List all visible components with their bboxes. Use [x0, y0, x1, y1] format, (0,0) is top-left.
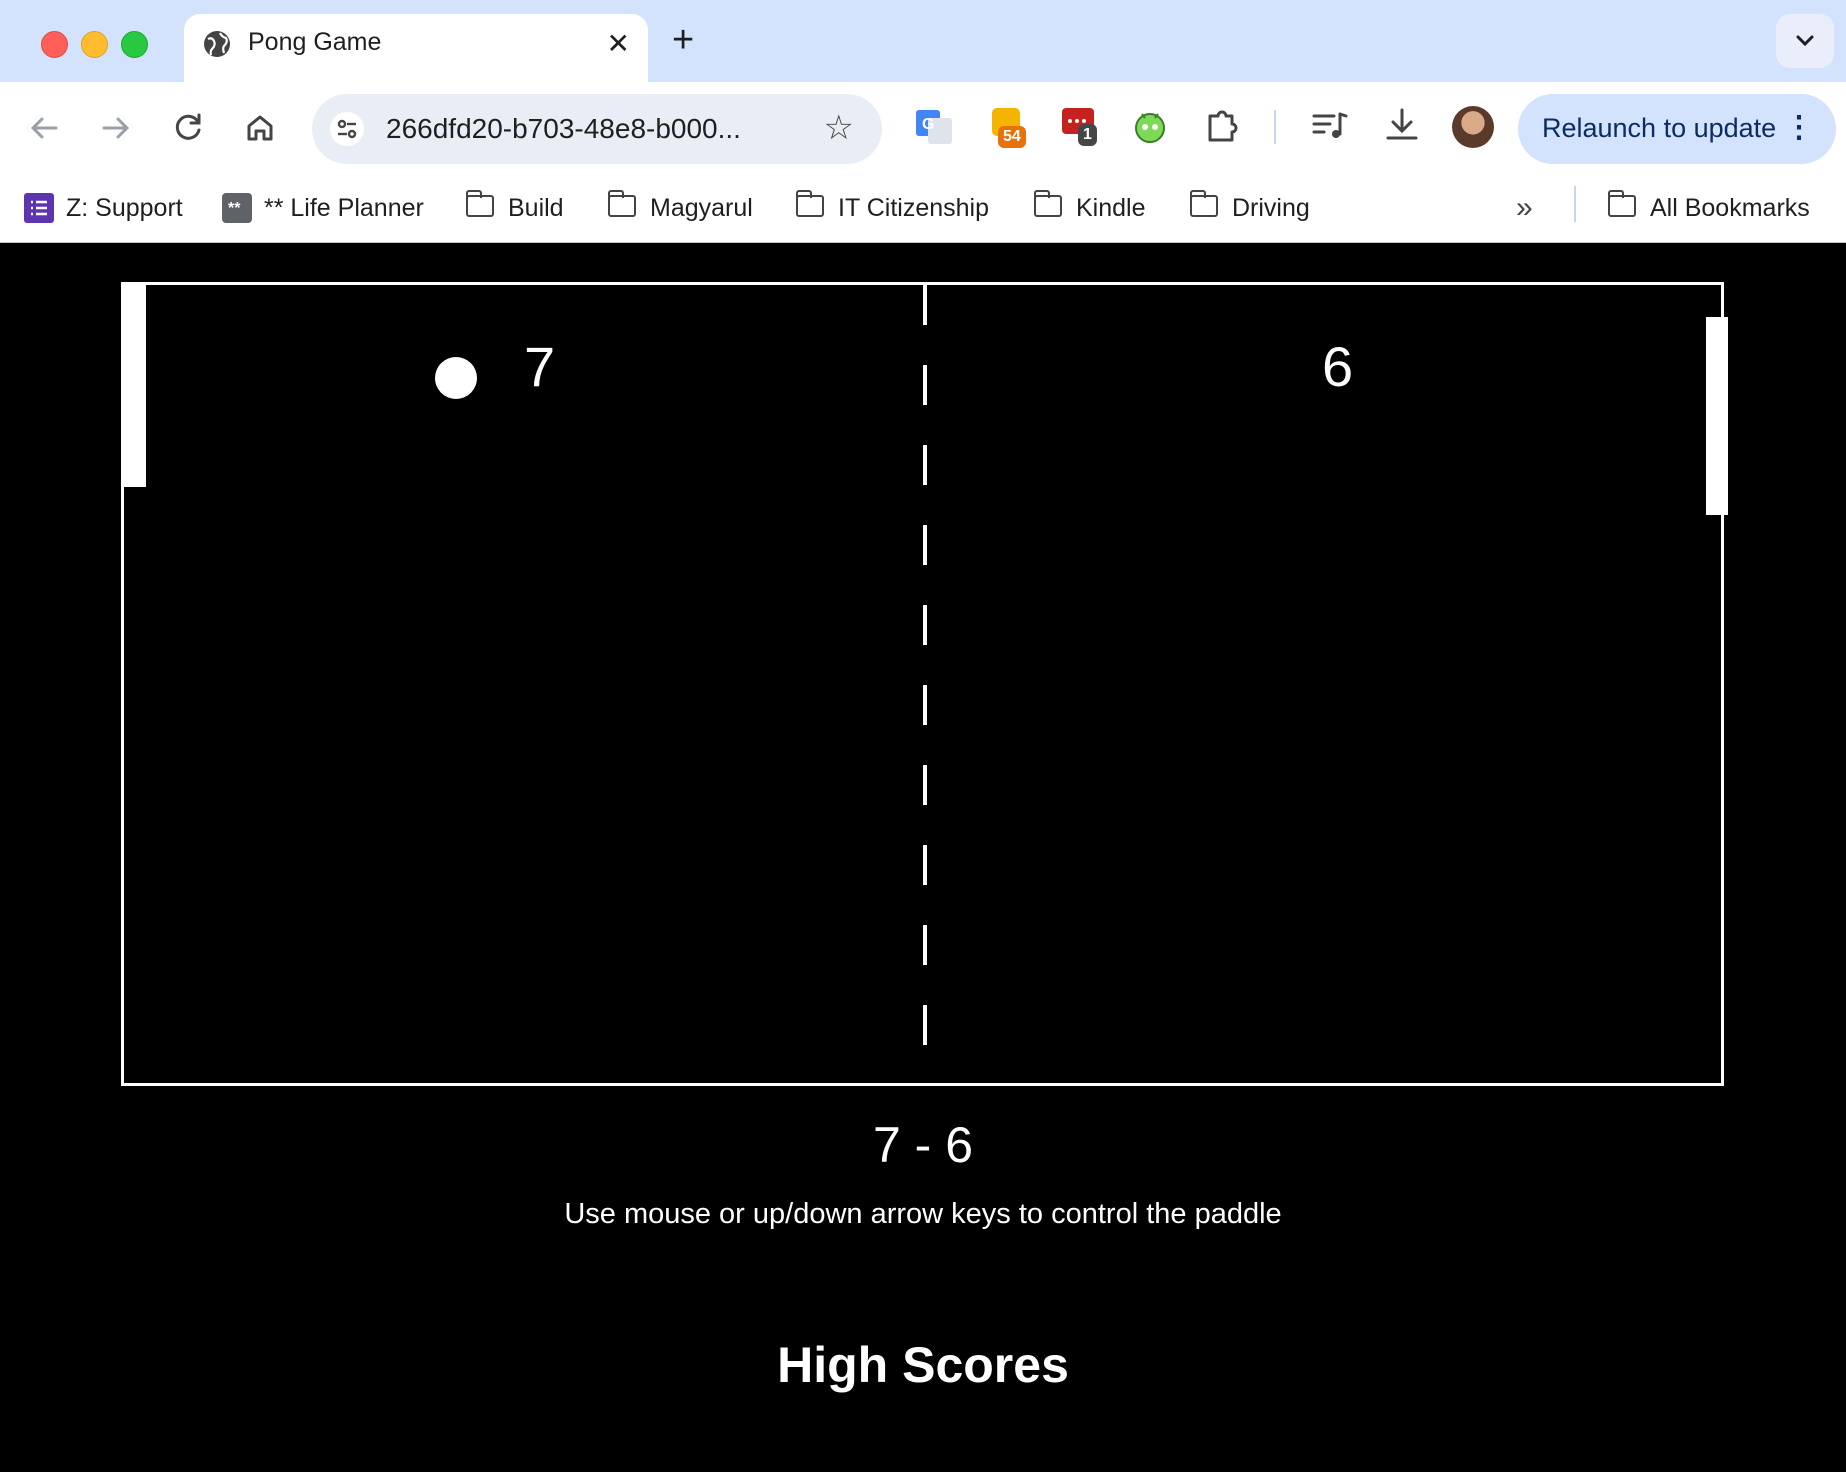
ball — [435, 357, 477, 399]
window-close-button[interactable] — [41, 31, 68, 58]
list-icon — [24, 193, 54, 223]
folder-icon — [1033, 190, 1064, 223]
net-dash — [923, 445, 927, 485]
net-dash — [923, 685, 927, 725]
bookmark-folder-driving[interactable]: Driving — [1189, 188, 1310, 228]
all-bookmarks-label: All Bookmarks — [1650, 193, 1810, 222]
chat-badge: 1 — [1078, 124, 1097, 146]
net-dash — [923, 525, 927, 565]
all-bookmarks-button[interactable]: All Bookmarks — [1607, 188, 1810, 228]
tab-strip: Pong Game ✕ + — [0, 0, 1846, 82]
close-tab-icon[interactable]: ✕ — [607, 28, 630, 60]
right-score: 6 — [1322, 335, 1354, 398]
bookmark-folder-kindle[interactable]: Kindle — [1033, 188, 1146, 228]
google-translate-icon[interactable]: G — [910, 102, 958, 150]
rss-badge: 54 — [998, 126, 1026, 148]
left-paddle — [124, 285, 146, 487]
bookmark-star-icon[interactable]: ☆ — [824, 110, 854, 146]
bookmark-label: Kindle — [1076, 193, 1146, 222]
bookmark-label: ** Life Planner — [264, 193, 424, 222]
pong-canvas[interactable]: 7 6 — [121, 282, 1728, 1086]
chevron-down-icon — [1796, 35, 1814, 47]
svg-text:G: G — [922, 116, 934, 133]
net-dash — [923, 365, 927, 405]
bookmark-label: Build — [508, 193, 564, 222]
tab-pong-game[interactable]: Pong Game ✕ — [184, 14, 648, 82]
scoreline: 7 - 6 — [872, 1117, 974, 1173]
bookmark-life-planner[interactable]: ** ** Life Planner — [222, 188, 424, 228]
folder-icon — [795, 190, 826, 223]
right-paddle — [1706, 317, 1728, 515]
puzzle-icon[interactable] — [1200, 102, 1248, 150]
window-maximize-button[interactable] — [121, 31, 148, 58]
net-dash — [923, 1005, 927, 1045]
toolbar: 266dfd20-b703-48e8-b000... ☆ G 54 1 Rela… — [0, 82, 1846, 176]
url-text: 266dfd20-b703-48e8-b000... — [386, 113, 741, 144]
net-dash — [923, 845, 927, 885]
net-dash — [923, 925, 927, 965]
high-scores-heading: High Scores — [777, 1337, 1069, 1393]
back-arrow-icon[interactable] — [22, 106, 66, 150]
folder-icon — [1189, 190, 1220, 223]
bookmark-label: Z: Support — [66, 193, 183, 222]
rss-extension-icon[interactable]: 54 — [986, 102, 1034, 150]
home-icon[interactable] — [238, 106, 282, 150]
new-tab-button[interactable]: + — [672, 20, 694, 60]
instructions: Use mouse or up/down arrow keys to contr… — [564, 1198, 1282, 1230]
tab-search-button[interactable] — [1776, 14, 1834, 68]
bookmark-z-support[interactable]: Z: Support — [24, 188, 183, 228]
relaunch-label: Relaunch to update — [1542, 113, 1777, 143]
net-dash — [923, 765, 927, 805]
asterisk-square-icon: ** — [222, 193, 252, 223]
bookmark-folder-build[interactable]: Build — [465, 188, 564, 228]
globe-icon — [204, 31, 230, 57]
browser-chrome: Pong Game ✕ + 266dfd20-b703-48e8-b000...… — [0, 0, 1846, 243]
net-dash — [923, 285, 927, 325]
bookmark-folder-it-citizenship[interactable]: IT Citizenship — [795, 188, 989, 228]
address-bar[interactable]: 266dfd20-b703-48e8-b000... ☆ — [312, 94, 882, 164]
profile-avatar[interactable] — [1452, 106, 1494, 148]
site-info-icon[interactable] — [330, 112, 364, 146]
bookmark-label: Magyarul — [650, 193, 753, 222]
bookmark-label: Driving — [1232, 193, 1310, 222]
window-minimize-button[interactable] — [81, 31, 108, 58]
folder-icon — [465, 190, 496, 223]
left-score: 7 — [524, 335, 556, 398]
reload-icon[interactable] — [166, 106, 210, 150]
toolbar-divider — [1274, 110, 1276, 144]
download-icon[interactable] — [1378, 102, 1426, 150]
chat-extension-icon[interactable]: 1 — [1058, 102, 1106, 150]
svg-text:**: ** — [228, 200, 241, 217]
relaunch-to-update-button[interactable]: Relaunch to update ⋮ — [1518, 94, 1836, 164]
android-robot-icon[interactable] — [1126, 102, 1174, 150]
bookmarks-divider — [1574, 186, 1576, 222]
net-dash — [923, 605, 927, 645]
bookmarks-overflow-chevron-icon[interactable]: » — [1516, 190, 1533, 226]
forward-arrow-icon[interactable] — [94, 106, 138, 150]
folder-icon — [1607, 190, 1638, 223]
folder-icon — [607, 190, 638, 223]
bookmark-label: IT Citizenship — [838, 193, 989, 222]
bookmarks-bar: Z: Support ** ** Life Planner Build Magy… — [0, 176, 1846, 243]
bookmark-folder-magyarul[interactable]: Magyarul — [607, 188, 753, 228]
more-menu-icon[interactable]: ⋮ — [1784, 110, 1814, 146]
tab-title: Pong Game — [248, 28, 382, 56]
media-queue-icon[interactable] — [1306, 102, 1354, 150]
